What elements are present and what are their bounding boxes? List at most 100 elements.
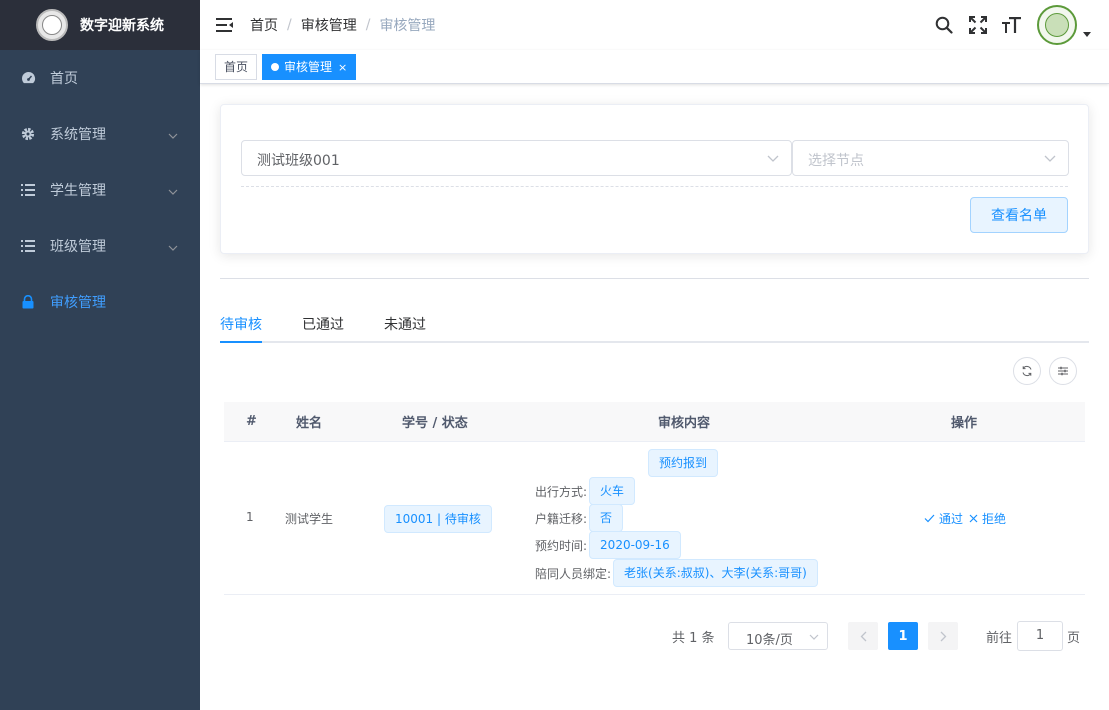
- tab-pending[interactable]: 待审核: [220, 314, 262, 334]
- node-select-placeholder: 选择节点: [808, 153, 864, 169]
- divider: [220, 278, 1089, 279]
- content-field: 陪同人员绑定: 老张(关系:叔叔)、大李(关系:哥哥): [535, 559, 818, 587]
- sidebar-item-classes[interactable]: 班级管理: [0, 218, 200, 274]
- tabs: 待审核 已通过 未通过: [220, 302, 1089, 343]
- tag-label: 审核管理: [284, 60, 333, 74]
- sidebar-item-label: 首页: [50, 71, 78, 87]
- next-page-button[interactable]: [928, 622, 958, 650]
- column-settings-button[interactable]: [1049, 357, 1077, 385]
- caret-down-icon[interactable]: [1083, 31, 1091, 37]
- field-value: 老张(关系:叔叔)、大李(关系:哥哥): [613, 559, 818, 587]
- field-value: 2020-09-16: [589, 531, 681, 559]
- page-size-select[interactable]: 10条/页: [728, 622, 828, 650]
- tab-approved[interactable]: 已通过: [302, 314, 344, 334]
- logo-bar: 数字迎新系统: [0, 0, 200, 50]
- field-label: 预约时间:: [535, 538, 588, 553]
- font-size-icon[interactable]: [1001, 14, 1023, 36]
- column-header-id-status: 学号 / 状态: [402, 416, 468, 431]
- right-menu: [921, 0, 1091, 50]
- chevron-right-icon: [940, 631, 946, 641]
- reject-label: 拒绝: [982, 512, 1007, 526]
- tag-audit[interactable]: 审核管理 ×: [262, 54, 357, 80]
- breadcrumb-item-current: 审核管理: [379, 18, 436, 34]
- active-dot-icon: [271, 63, 279, 71]
- field-label: 陪同人员绑定:: [535, 566, 612, 581]
- sidebar-item-label: 学生管理: [50, 183, 106, 199]
- close-icon[interactable]: ×: [338, 61, 347, 74]
- field-label: 出行方式:: [535, 484, 588, 499]
- field-value: 否: [589, 504, 624, 532]
- logo-icon: [36, 9, 68, 41]
- goto-label: 前往: [986, 630, 1013, 646]
- view-list-button[interactable]: 查看名单: [970, 197, 1068, 233]
- gear-icon: [20, 126, 36, 142]
- sidebar-item-label: 班级管理: [50, 239, 106, 255]
- sidebar-item-label: 审核管理: [50, 295, 106, 311]
- breadcrumb-item-home[interactable]: 首页: [250, 15, 278, 35]
- table-header: # 姓名 学号 / 状态 审核内容 操作: [224, 402, 1085, 442]
- row-name: 测试学生: [285, 512, 334, 526]
- sidebar-item-home[interactable]: 首页: [0, 50, 200, 106]
- tab-active-bar: [220, 341, 262, 343]
- dashboard-icon: [20, 70, 36, 86]
- field-value: 火车: [589, 477, 636, 505]
- content-title-badge: 预约报到: [648, 449, 719, 477]
- fullscreen-icon[interactable]: [967, 14, 989, 36]
- chevron-down-icon: [168, 239, 178, 255]
- class-select[interactable]: 测试班级001: [241, 140, 792, 176]
- divider: [241, 186, 1068, 187]
- close-icon: [969, 514, 978, 523]
- tab-rejected[interactable]: 未通过: [384, 314, 426, 334]
- sidebar-item-audit[interactable]: 审核管理: [0, 274, 200, 330]
- approve-label: 通过: [939, 512, 964, 526]
- row-index: 1: [246, 510, 254, 524]
- breadcrumb: 首页 / 审核管理 / 审核管理: [250, 15, 435, 35]
- sidebar-item-system[interactable]: 系统管理: [0, 106, 200, 162]
- sidebar: 数字迎新系统 首页 系统管理 学生管理 班级管理 审核管理: [0, 0, 200, 710]
- row-actions: 通过 拒绝: [924, 510, 1006, 527]
- refresh-button[interactable]: [1013, 357, 1041, 385]
- goto-page-input[interactable]: 1: [1017, 621, 1063, 651]
- page-size-value: 10条/页: [746, 633, 793, 648]
- chevron-down-icon: [1044, 152, 1056, 168]
- chevron-down-icon: [767, 152, 779, 168]
- app-title: 数字迎新系统: [80, 18, 164, 34]
- breadcrumb-item-audit[interactable]: 审核管理: [301, 15, 357, 35]
- breadcrumb-separator: /: [287, 17, 292, 33]
- page-number-current[interactable]: 1: [888, 622, 918, 650]
- audit-table: # 姓名 学号 / 状态 审核内容 操作 1 测试学生 10001 | 待审核 …: [224, 402, 1085, 595]
- content-field: 预约时间: 2020-09-16: [535, 531, 681, 559]
- chevron-down-icon: [809, 631, 819, 646]
- column-header-index: #: [246, 414, 257, 429]
- list-icon: [20, 238, 36, 254]
- tags-view: 首页 审核管理 ×: [200, 50, 1109, 84]
- content-field: 出行方式: 火车: [535, 477, 636, 505]
- chevron-down-icon: [168, 127, 178, 143]
- class-select-value: 测试班级001: [257, 153, 340, 169]
- prev-page-button[interactable]: [848, 622, 878, 650]
- search-icon[interactable]: [933, 14, 955, 36]
- status-badge: 10001 | 待审核: [384, 505, 492, 533]
- list-icon: [20, 182, 36, 198]
- breadcrumb-separator: /: [365, 17, 371, 33]
- hamburger-icon[interactable]: [200, 0, 250, 50]
- tag-label: 首页: [224, 60, 249, 74]
- navbar: 首页 / 审核管理 / 审核管理: [200, 0, 1109, 50]
- sidebar-item-students[interactable]: 学生管理: [0, 162, 200, 218]
- lock-icon: [20, 294, 36, 310]
- content-field: 户籍迁移: 否: [535, 504, 624, 532]
- field-label: 户籍迁移:: [535, 511, 588, 526]
- reject-button[interactable]: 拒绝: [969, 510, 1006, 527]
- avatar[interactable]: [1037, 5, 1077, 45]
- check-icon: [924, 514, 935, 523]
- node-select[interactable]: 选择节点: [792, 140, 1069, 176]
- pagination-total: 共 1 条: [672, 630, 715, 646]
- chevron-down-icon: [168, 183, 178, 199]
- tag-home[interactable]: 首页: [215, 54, 258, 80]
- approve-button[interactable]: 通过: [924, 510, 963, 527]
- table-row: 1 测试学生 10001 | 待审核 预约报到 出行方式: 火车 户籍迁移: 否…: [224, 442, 1085, 595]
- chevron-left-icon: [860, 631, 866, 641]
- page-suffix: 页: [1067, 630, 1081, 646]
- sidebar-item-label: 系统管理: [50, 127, 106, 143]
- column-header-content: 审核内容: [658, 416, 711, 431]
